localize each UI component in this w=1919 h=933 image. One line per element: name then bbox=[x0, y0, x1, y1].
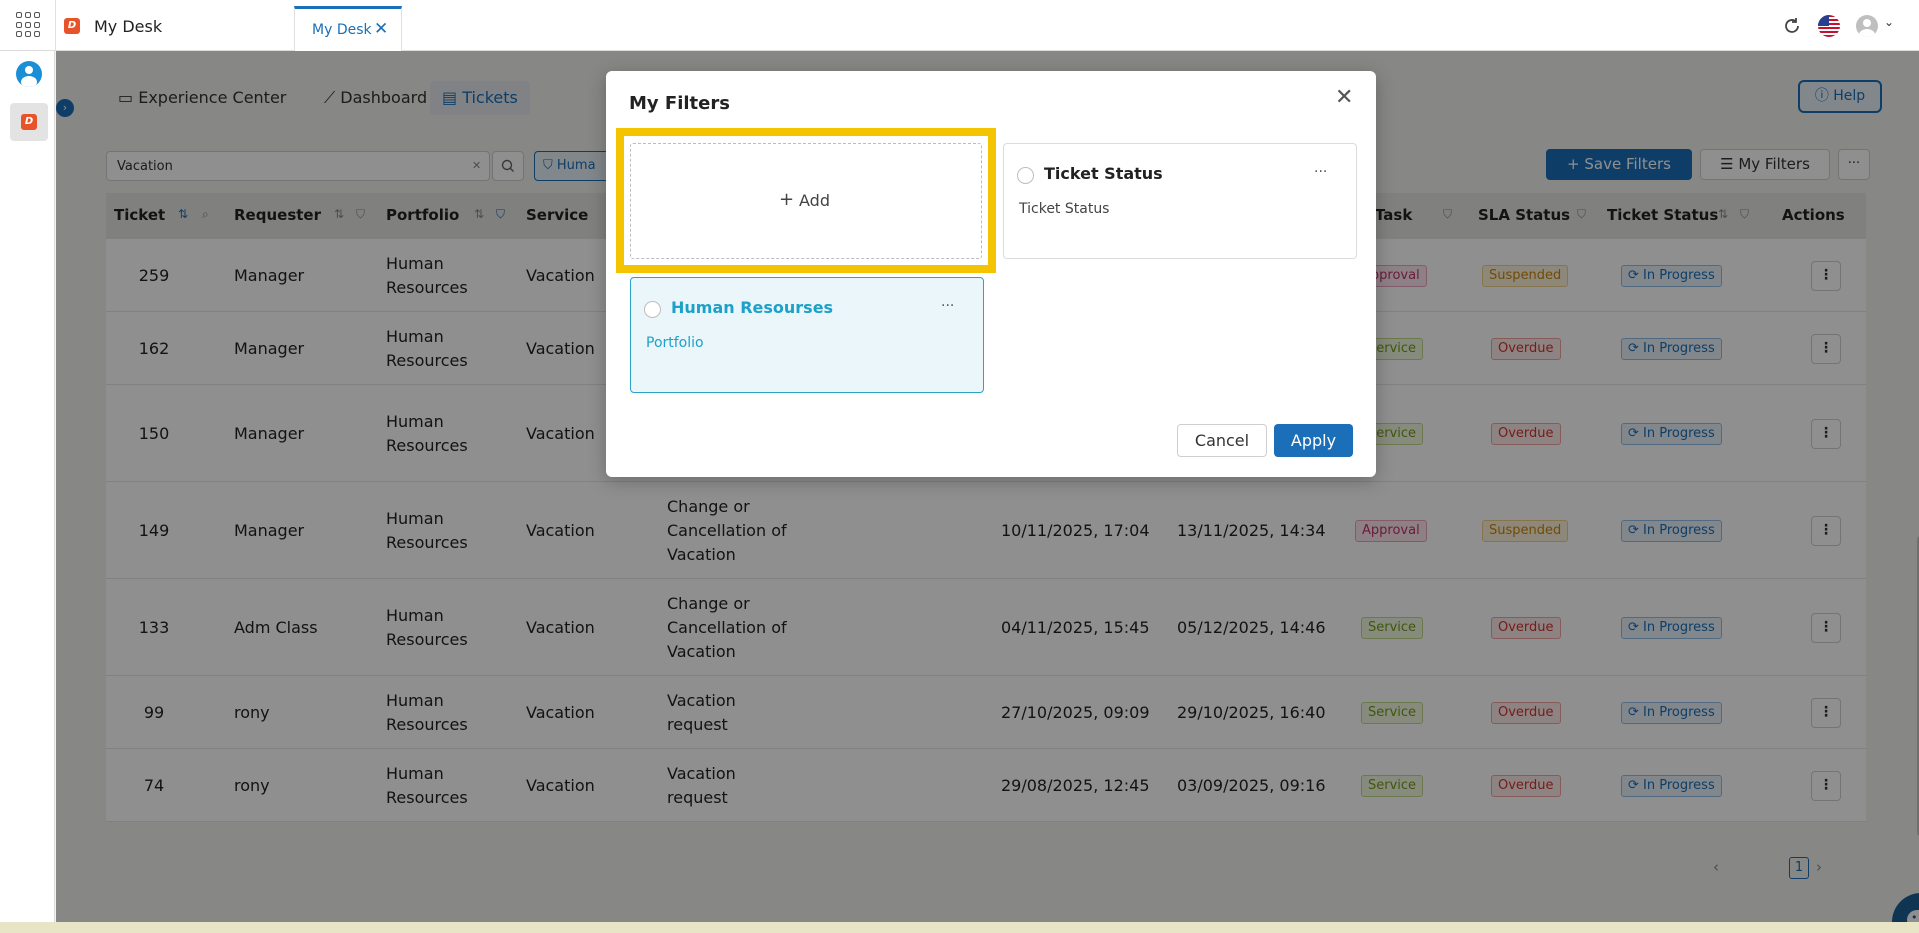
tab-label: My Desk bbox=[312, 22, 372, 38]
close-icon[interactable]: ✕ bbox=[1335, 85, 1353, 110]
apply-button[interactable]: Apply bbox=[1274, 424, 1353, 457]
more-options-icon[interactable]: ··· bbox=[1314, 164, 1327, 180]
us-flag-language-icon[interactable] bbox=[1818, 15, 1840, 37]
top-bar: D My Desk My Desk ✕ ⌄ bbox=[0, 0, 1919, 51]
app-logo-icon: D bbox=[21, 114, 37, 130]
close-tab-icon[interactable]: ✕ bbox=[374, 19, 388, 39]
saved-filter-human-resourses[interactable]: Human Resourses ··· Portfolio bbox=[630, 277, 984, 393]
dialog-title: My Filters bbox=[629, 93, 730, 114]
filter-field: Ticket Status bbox=[1019, 201, 1110, 217]
chevron-down-icon[interactable]: ⌄ bbox=[1884, 15, 1894, 29]
filter-radio[interactable] bbox=[1017, 167, 1034, 184]
left-sidebar: D bbox=[0, 51, 55, 922]
app-logo-icon: D bbox=[64, 18, 80, 34]
sidebar-item-my-desk[interactable]: D bbox=[10, 103, 48, 141]
app-title: My Desk bbox=[94, 17, 163, 36]
refresh-icon[interactable] bbox=[1782, 16, 1802, 36]
highlight-box bbox=[616, 128, 996, 273]
user-avatar-icon[interactable] bbox=[1856, 15, 1878, 37]
saved-filter-ticket-status[interactable]: Ticket Status ··· Ticket Status bbox=[1003, 143, 1357, 259]
divider bbox=[55, 0, 56, 51]
bottom-strip bbox=[0, 922, 1919, 933]
more-options-icon[interactable]: ··· bbox=[941, 298, 954, 314]
my-filters-dialog: My Filters ✕ + Add Ticket Status ··· Tic… bbox=[606, 71, 1376, 477]
filter-name: Ticket Status bbox=[1044, 164, 1163, 183]
app-launcher-grid-icon[interactable] bbox=[16, 12, 42, 38]
user-profile-icon[interactable] bbox=[16, 61, 42, 87]
filter-name: Human Resourses bbox=[671, 298, 834, 317]
tab-my-desk[interactable]: My Desk ✕ bbox=[294, 6, 402, 51]
cancel-button[interactable]: Cancel bbox=[1177, 424, 1267, 457]
filter-field: Portfolio bbox=[646, 335, 704, 351]
filter-radio[interactable] bbox=[644, 301, 661, 318]
